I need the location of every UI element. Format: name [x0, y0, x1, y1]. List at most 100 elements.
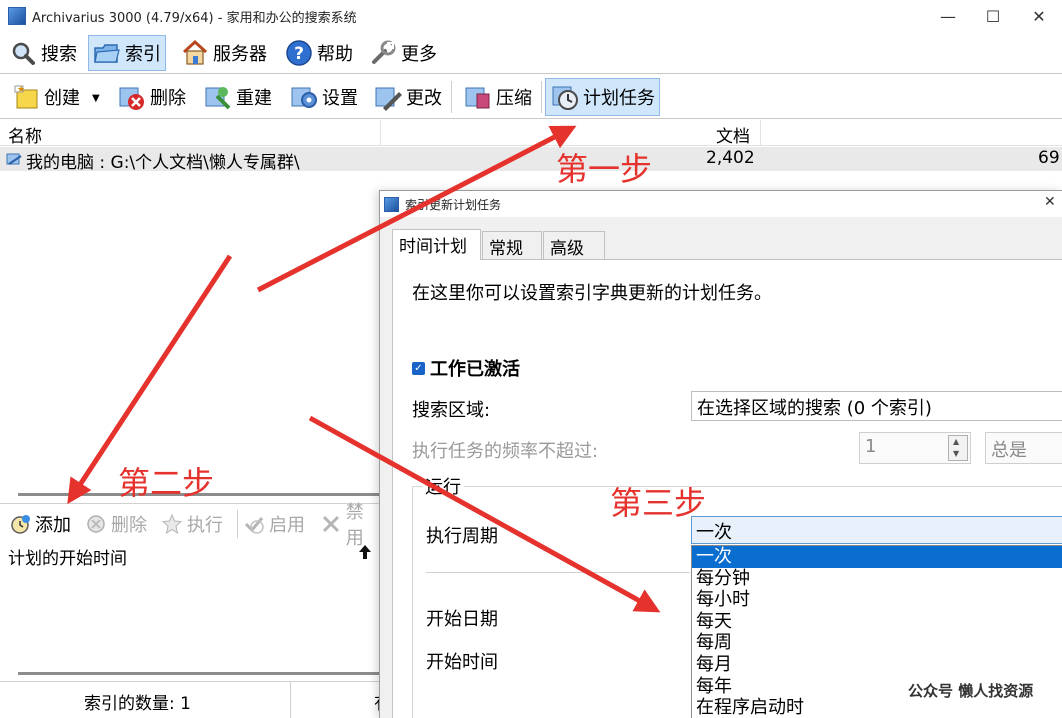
- search-area-select[interactable]: 在选择区域的搜索 (0 个索引): [691, 391, 1062, 421]
- schedule-toolbar-separator: [237, 510, 238, 538]
- delete-task-label: 删除: [111, 515, 147, 536]
- menu-search-label: 搜索: [41, 44, 77, 65]
- window-titlebar: Archivarius 3000 (4.79/x64) - 家用和办公的搜索系统…: [0, 0, 1062, 32]
- period-option[interactable]: 每小时: [692, 589, 1062, 611]
- toolbar-separator: [541, 81, 542, 113]
- status-divider: [290, 682, 291, 718]
- freq-unit-select[interactable]: 总是: [985, 432, 1062, 464]
- period-option[interactable]: 每天: [692, 611, 1062, 633]
- index-count: 索引的数量: 1: [84, 694, 191, 714]
- period-option[interactable]: 一次: [692, 546, 1062, 568]
- schedule-toolbar: 添加 删除 执行 启用 禁用: [0, 502, 380, 549]
- period-option[interactable]: 每周: [692, 632, 1062, 654]
- delete-clock-icon: [84, 512, 108, 536]
- svg-text:★: ★: [17, 85, 25, 95]
- tab-general[interactable]: 常规: [482, 231, 542, 259]
- menu-search[interactable]: 搜索: [4, 35, 82, 71]
- delete-label: 删除: [150, 88, 186, 109]
- period-label: 执行周期: [426, 526, 498, 547]
- start-time-label: 开始时间: [426, 652, 498, 673]
- column-name[interactable]: 名称: [8, 122, 42, 147]
- run-task-button[interactable]: 执行: [160, 510, 223, 538]
- enable-task-label: 启用: [269, 515, 305, 536]
- compress-button[interactable]: 压缩: [458, 78, 537, 116]
- menu-help-label: 帮助: [317, 44, 353, 65]
- column-docs[interactable]: 文档: [716, 122, 750, 147]
- rebuild-icon: [203, 82, 233, 112]
- settings-icon: [289, 82, 319, 112]
- compress-icon: [463, 82, 493, 112]
- menu-help[interactable]: ? 帮助: [280, 35, 358, 71]
- svg-text:?: ?: [294, 44, 304, 64]
- period-combobox[interactable]: 一次: [691, 516, 1062, 544]
- minimize-button[interactable]: —: [925, 0, 971, 32]
- compress-label: 压缩: [496, 88, 532, 109]
- disable-task-button[interactable]: 禁用: [320, 502, 380, 549]
- edit-icon: [373, 82, 403, 112]
- spin-down-icon[interactable]: ▼: [953, 449, 959, 458]
- search-icon: [9, 39, 37, 67]
- run-icon: [160, 512, 184, 536]
- menu-more[interactable]: 更多: [364, 35, 442, 71]
- index-list-header: 名称 文档: [0, 120, 1062, 147]
- add-task-label: 添加: [35, 515, 71, 536]
- step3-annotation: 第三步: [610, 484, 707, 522]
- help-icon: ?: [285, 39, 313, 67]
- menu-index[interactable]: 索引: [88, 35, 166, 71]
- status-bar: 索引的数量: 1 有: [0, 681, 391, 718]
- add-clock-icon: [8, 512, 32, 536]
- app-icon: [8, 7, 26, 25]
- group-divider: [426, 572, 690, 573]
- toolbar-separator: [451, 81, 452, 113]
- index-row-name: 我的电脑 : G:\个人文档\懒人专属群\: [26, 153, 300, 173]
- active-checkbox-label: 工作已激活: [430, 359, 520, 380]
- sort-arrow-icon[interactable]: [358, 544, 372, 564]
- watermark: 公众号 懒人找资源: [908, 682, 1034, 700]
- tab-advanced[interactable]: 高级: [543, 231, 605, 259]
- delete-task-button[interactable]: 删除: [84, 510, 147, 538]
- settings-button[interactable]: 设置: [284, 78, 363, 116]
- freq-spinner-buttons[interactable]: ▲ ▼: [948, 435, 968, 461]
- settings-label: 设置: [322, 88, 358, 109]
- maximize-button[interactable]: ☐: [970, 0, 1016, 32]
- active-checkbox[interactable]: ✓: [412, 361, 425, 375]
- menu-server[interactable]: 服务器: [176, 35, 272, 71]
- main-menubar: 搜索 索引 服务器 ? 帮助 更多: [0, 32, 1062, 74]
- search-area-label: 搜索区域:: [412, 400, 491, 421]
- tab-schedule[interactable]: 时间计划: [392, 229, 481, 260]
- edit-label: 更改: [406, 88, 442, 109]
- column-divider: [760, 120, 761, 146]
- window-title: Archivarius 3000 (4.79/x64) - 家用和办公的搜索系统: [32, 10, 357, 26]
- index-row[interactable]: 我的电脑 : G:\个人文档\懒人专属群\ 2,402 69: [0, 147, 1062, 173]
- tools-icon: [369, 39, 397, 67]
- schedule-button[interactable]: 计划任务: [545, 78, 660, 116]
- menu-server-label: 服务器: [213, 44, 267, 65]
- rebuild-button[interactable]: 重建: [198, 78, 277, 116]
- run-group-label: 运行: [422, 473, 464, 499]
- period-option[interactable]: 每月: [692, 654, 1062, 676]
- add-task-button[interactable]: 添加: [8, 510, 71, 538]
- schedule-dialog: 索引更新计划任务 ✕ 时间计划 常规 高级 在这里你可以设置索引字典更新的计划任…: [379, 190, 1062, 718]
- column-divider: [380, 120, 381, 146]
- schedule-label: 计划任务: [583, 88, 655, 109]
- index-row-docs: 2,402: [706, 148, 755, 168]
- folder-icon: [93, 39, 121, 67]
- close-button[interactable]: ✕: [1016, 0, 1062, 32]
- index-row-extra: 69: [1038, 148, 1060, 168]
- start-date-label: 开始日期: [426, 609, 498, 630]
- create-dropdown-arrow[interactable]: ▼: [92, 93, 100, 104]
- spin-up-icon[interactable]: ▲: [953, 437, 959, 446]
- active-checkbox-row[interactable]: ✓ 工作已激活: [412, 355, 520, 381]
- dialog-close-icon[interactable]: ✕: [1044, 194, 1056, 210]
- create-icon: ★: [11, 82, 41, 112]
- house-icon: [181, 39, 209, 67]
- edit-button[interactable]: 更改: [368, 78, 447, 116]
- delete-index-button[interactable]: 删除: [112, 78, 191, 116]
- create-button[interactable]: ★ 创建: [6, 78, 85, 116]
- schedule-list-header: 计划的开始时间: [0, 543, 380, 569]
- index-row-icon: [6, 151, 22, 172]
- bottom-splitter[interactable]: [18, 672, 380, 675]
- period-option[interactable]: 每分钟: [692, 568, 1062, 590]
- enable-task-button[interactable]: 启用: [242, 510, 305, 538]
- column-start-time[interactable]: 计划的开始时间: [8, 544, 127, 569]
